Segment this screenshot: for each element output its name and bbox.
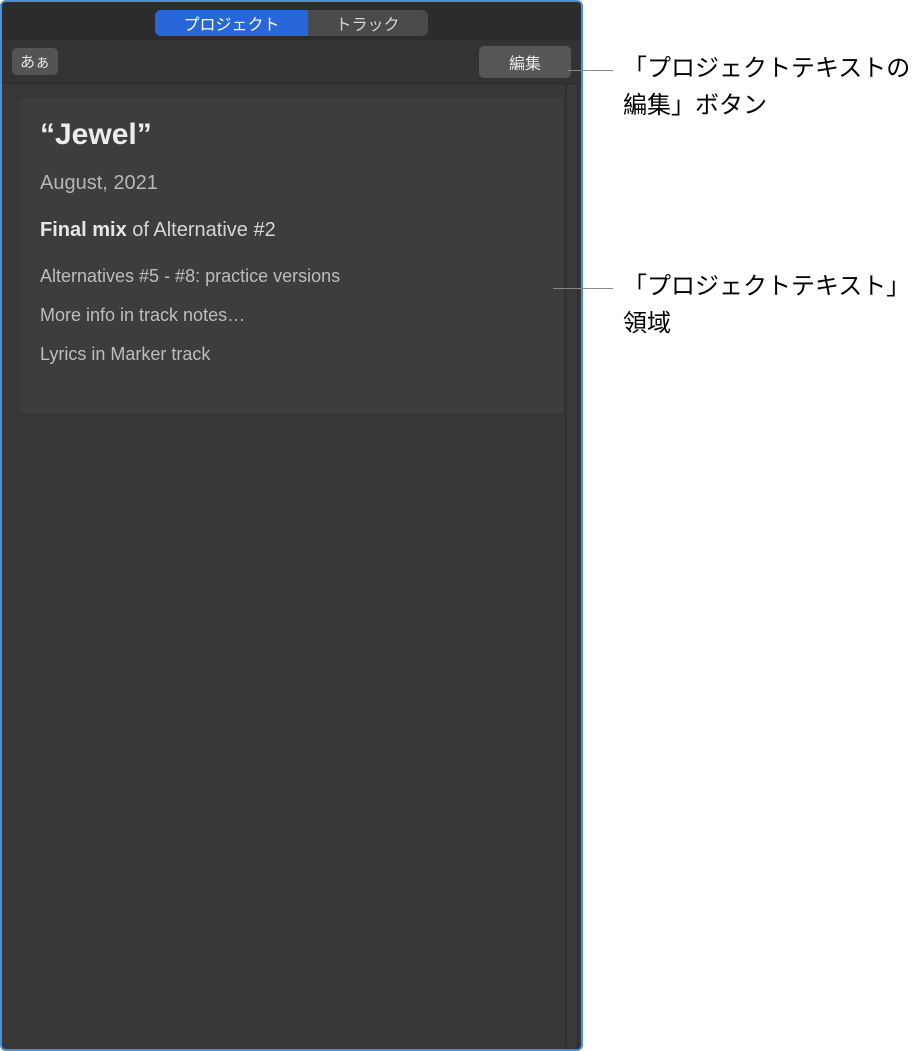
font-style-button[interactable]: あぁ bbox=[12, 48, 58, 75]
note-date: August, 2021 bbox=[40, 172, 543, 195]
notepad-window: プロジェクト トラック あぁ 編集 “Jewel” August, 2021 F… bbox=[0, 0, 583, 1051]
callout-text-area-text: 「プロジェクトテキスト」領域 bbox=[623, 273, 910, 337]
edit-button[interactable]: 編集 bbox=[479, 46, 571, 78]
callout-edit-button-text: 「プロジェクトテキストの編集」ボタン bbox=[623, 55, 910, 119]
callout-leader-line bbox=[568, 70, 613, 71]
tab-bar: プロジェクト トラック bbox=[2, 2, 581, 40]
callout-text-area: 「プロジェクトテキスト」領域 bbox=[623, 268, 923, 342]
segmented-control: プロジェクト トラック bbox=[155, 10, 427, 36]
note-title: “Jewel” bbox=[40, 118, 543, 152]
callout-edit-button: 「プロジェクトテキストの編集」ボタン bbox=[623, 50, 923, 124]
note-more-info: More info in track notes… bbox=[40, 305, 543, 326]
vertical-scrollbar[interactable] bbox=[565, 84, 579, 1049]
note-mix-rest: of Alternative #2 bbox=[127, 219, 276, 241]
note-mix-bold: Final mix bbox=[40, 219, 127, 241]
note-mix-line: Final mix of Alternative #2 bbox=[40, 219, 543, 242]
scroll-thumb[interactable] bbox=[567, 84, 577, 1049]
tab-track[interactable]: トラック bbox=[308, 10, 428, 36]
callout-leader-line bbox=[553, 288, 613, 289]
content-area: “Jewel” August, 2021 Final mix of Altern… bbox=[2, 84, 581, 1049]
toolbar: あぁ 編集 bbox=[2, 40, 581, 84]
project-text-area[interactable]: “Jewel” August, 2021 Final mix of Altern… bbox=[20, 98, 563, 413]
note-lyrics: Lyrics in Marker track bbox=[40, 344, 543, 365]
note-alternatives: Alternatives #5 - #8: practice versions bbox=[40, 266, 543, 287]
tab-project[interactable]: プロジェクト bbox=[155, 10, 307, 36]
